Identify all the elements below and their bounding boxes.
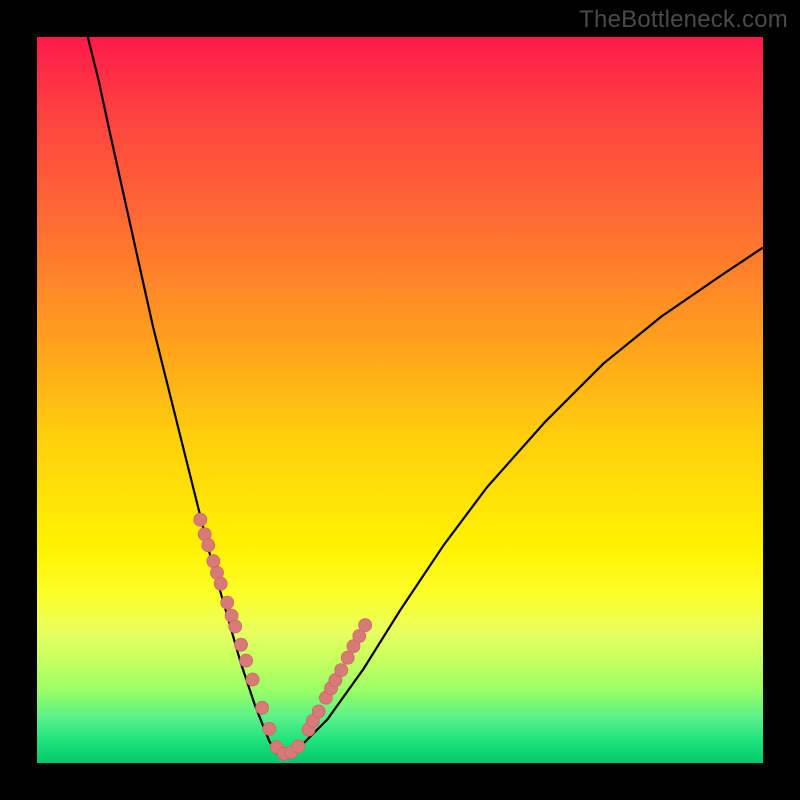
marker-dot [229,620,242,633]
plot-area [37,37,763,763]
marker-dot [312,705,325,718]
curve-left-branch [88,37,279,756]
marker-dot [235,638,248,651]
curve-layer [37,37,763,763]
marker-dot [221,596,234,609]
curve-right-branch [279,248,763,756]
marker-dot [292,740,305,753]
marker-dot [240,654,253,667]
marker-dot [202,539,215,552]
marker-dot [207,555,220,568]
marker-dot [194,513,207,526]
marker-dot [246,673,259,686]
marker-dot [341,651,354,664]
marker-dot [335,664,348,677]
curve-markers [194,513,372,760]
marker-dot [214,577,227,590]
marker-dot [359,619,372,632]
marker-dot [263,722,276,735]
marker-dot [256,701,269,714]
chart-frame: TheBottleneck.com [0,0,800,800]
watermark-text: TheBottleneck.com [579,6,788,34]
